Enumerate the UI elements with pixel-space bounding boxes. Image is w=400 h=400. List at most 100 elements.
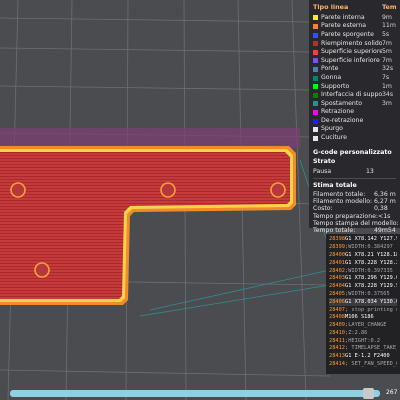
legend-item[interactable]: Spurgo	[313, 125, 396, 134]
stat-value: <1s	[378, 212, 391, 220]
gcode-line-text: G1 X78.296 Y129.053	[345, 275, 397, 282]
stat-row: Filamento modello: 6,27 m	[313, 198, 396, 205]
gcode-line-number: 28409	[329, 322, 345, 329]
gcode-line-text: G1 X78.228 Y128.22	[345, 259, 397, 266]
legend-item-time: 7m	[382, 56, 392, 64]
legend-title[interactable]: Tipo linea	[313, 3, 348, 12]
legend-item-label: Ponte	[321, 65, 339, 73]
gcode-line-text: ; stop printing object	[345, 306, 397, 313]
gcode-line-number: 28413	[329, 353, 345, 360]
gcode-line: 28406 G1 X78.034 Y130.045	[329, 298, 397, 307]
legend-swatch	[313, 49, 318, 55]
legend-item-time: 5s	[382, 30, 390, 38]
estimate-panel: G-code personalizzato Strato Pausa 13 St…	[309, 146, 400, 234]
legend-item-time: 9m	[382, 13, 392, 21]
gcode-line-number: 28399	[329, 244, 345, 251]
stat-row: Tempo stampa del modello: 49m53	[313, 220, 399, 228]
gcode-line-text: G1 X78.21 Y128.18 E2	[345, 251, 397, 258]
stat-row: Filamento totale: 6,36 m	[313, 191, 396, 198]
legend-item[interactable]: Parete interna 9m	[313, 14, 396, 23]
gcode-line-number: 28403	[329, 275, 345, 282]
stat-label: Tempo stampa del modello:	[313, 220, 399, 228]
legend-item-label: Spostamento	[321, 99, 363, 107]
legend-item[interactable]: Gonna 7s	[313, 74, 396, 83]
legend-item-time: 7m	[382, 39, 392, 47]
legend-swatch	[313, 15, 318, 21]
legend-item-label: De-retrazione	[321, 116, 364, 124]
gcode-line: 28399 ;WIDTH:0.384297	[329, 244, 397, 252]
legend-item[interactable]: De-retrazione	[313, 117, 396, 126]
gcode-line: 28402 ;WIDTH:0.397335	[329, 267, 397, 275]
stat-label: Filamento totale:	[313, 190, 366, 198]
stat-label: Filamento modello:	[313, 198, 373, 206]
legend-item[interactable]: Supporto 1m	[313, 82, 396, 91]
legend-item-label: Parete esterna	[321, 22, 367, 30]
legend-item-label: Interfaccia di supporto	[321, 91, 382, 99]
move-slider-handle[interactable]	[363, 388, 375, 399]
legend-swatch	[313, 67, 318, 72]
gcode-line-text: G1 X78.228 Y129.565	[345, 283, 397, 290]
legend-list: Parete interna 9m Parete esterna 11m Par…	[313, 14, 396, 143]
gcode-viewer[interactable]: 28398 G1 X78.142 Y127.905 28399 ;WIDTH:0…	[326, 234, 400, 374]
legend-item[interactable]: Ponte 32s	[313, 65, 396, 74]
legend-item-label: Parete interna	[321, 13, 365, 21]
gcode-line-number: 28398	[329, 236, 345, 243]
gcode-line: 28412 ; TIMELAPSE_TAKE_FR	[329, 345, 397, 353]
gcode-line-number: 28404	[329, 283, 345, 290]
legend-item[interactable]: Parete esterna 11m	[313, 22, 396, 31]
legend-item[interactable]: Retrazione	[313, 108, 396, 117]
legend-item[interactable]: Superficie superiore 5m	[313, 48, 396, 57]
legend-item-label: Supporto	[321, 82, 350, 90]
gcode-line: 28405 ;WIDTH:0.37565	[329, 291, 397, 299]
gcode-line-text: ;Z:2.86	[345, 329, 368, 336]
gcode-line: 28407 ; stop printing object	[329, 306, 397, 314]
stats-list: Filamento totale: 6,36 m Filamento model…	[313, 191, 399, 235]
legend-panel: Tipo linea Tem Parete interna 9m Parete …	[309, 0, 400, 146]
legend-item[interactable]: Spostamento 3m	[313, 100, 396, 109]
stat-label: Costo:	[313, 205, 333, 213]
legend-item[interactable]: Cuciture	[313, 134, 396, 143]
gcode-line-text: ;WIDTH:0.384297	[345, 244, 393, 251]
gcode-line-text: G1 X78.034 Y130.045	[345, 298, 397, 305]
legend-item-time: 32s	[382, 65, 394, 73]
move-slider-value: 267	[386, 389, 398, 396]
gcode-line: 28410 ;Z:2.86	[329, 330, 397, 338]
total-estimate-title: Stima totale	[313, 182, 357, 190]
legend-item[interactable]: Riempimento solido interno 7m	[313, 39, 396, 48]
gcode-line-text: ;WIDTH:0.37565	[345, 290, 390, 297]
legend-swatch	[313, 135, 318, 141]
gcode-line-text: G1 X78.142 Y127.905	[345, 236, 397, 243]
gcode-line-text: ; TIMELAPSE_TAKE_FR	[345, 345, 397, 352]
legend-item[interactable]: Superficie inferiore 7m	[313, 57, 396, 66]
legend-item-label: Riempimento solido interno	[321, 39, 382, 47]
legend-item-time: 5m	[382, 48, 392, 56]
custom-gcode-title: G-code personalizzato Strato	[313, 149, 392, 165]
gcode-line: 28411 ;HEIGHT:0.2	[329, 337, 397, 345]
gcode-line-text: ;LAYER_CHANGE	[345, 322, 387, 329]
gcode-line-number: 28405	[329, 290, 345, 297]
legend-swatch	[313, 32, 318, 38]
gcode-line-text: ;HEIGHT:0.2	[345, 337, 381, 344]
legend-item-label: Superficie inferiore	[321, 56, 380, 64]
gcode-line: 28401 G1 X78.228 Y128.22	[329, 259, 397, 267]
move-slider-track[interactable]	[10, 390, 380, 397]
gcode-line-text: G1 E-1.2 F2400	[345, 353, 390, 360]
legend-item-time: 3m	[382, 99, 392, 107]
legend-item-time: 7s	[382, 73, 390, 81]
legend-item-label: Gonna	[321, 73, 342, 81]
legend-item-time: 1m	[382, 82, 392, 90]
gcode-line: 28413 G1 E-1.2 F2400	[329, 353, 397, 361]
legend-swatch	[313, 101, 318, 107]
legend-swatch	[313, 127, 318, 133]
stat-row: Tempo preparazione: <1s	[313, 213, 396, 220]
legend-item[interactable]: Parete sporgente 5s	[313, 31, 396, 40]
legend-item-time: 34s	[382, 91, 394, 99]
gcode-line: 28403 G1 X78.296 Y129.053	[329, 275, 397, 283]
legend-item-label: Superficie superiore	[321, 48, 382, 56]
legend-item-label: Cuciture	[321, 134, 347, 142]
gcode-line-number: 28402	[329, 267, 345, 274]
legend-item[interactable]: Interfaccia di supporto 34s	[313, 91, 396, 100]
legend-item-label: Parete sporgente	[321, 30, 374, 38]
legend-swatch	[313, 41, 318, 47]
legend-item-label: Spurgo	[321, 125, 343, 133]
